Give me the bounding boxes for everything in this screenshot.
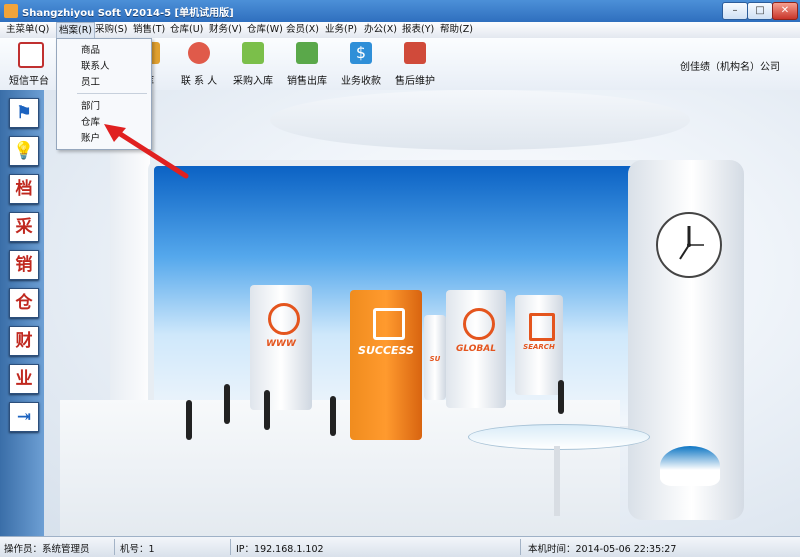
person-figure bbox=[224, 384, 230, 424]
table-leg bbox=[554, 446, 560, 516]
purchase-in-button[interactable]: 采购入库 bbox=[226, 38, 280, 90]
menu-warehouse[interactable]: 仓库(U) bbox=[170, 22, 203, 38]
chair bbox=[660, 446, 720, 486]
minimize-button[interactable]: – bbox=[722, 2, 748, 20]
magnifier-icon bbox=[268, 303, 300, 335]
status-machine: 机号：1 bbox=[120, 544, 155, 555]
clock-icon bbox=[656, 212, 722, 278]
menu-item-staff[interactable]: 员工 bbox=[81, 74, 100, 88]
business-char-icon[interactable]: 业 bbox=[9, 364, 39, 394]
panel-www: WWW bbox=[250, 285, 312, 410]
warehouse-char-icon[interactable]: 仓 bbox=[9, 288, 39, 318]
red-arrow-annotation bbox=[104, 124, 189, 179]
menu-purchase[interactable]: 采购(S) bbox=[95, 22, 127, 38]
menu-item-warehouse[interactable]: 仓库 bbox=[81, 114, 100, 128]
after-sales-button[interactable]: 售后维护 bbox=[388, 38, 442, 90]
company-name: 创佳绩（机构名）公司 bbox=[680, 62, 780, 73]
sms-platform-button[interactable]: 短信平台 bbox=[2, 38, 56, 90]
person-figure bbox=[558, 380, 564, 414]
title-bar: Shangzhiyou Soft V2014-5 [单机试用版] – □ ✕ bbox=[0, 0, 800, 23]
sales-out-button[interactable]: 销售出库 bbox=[280, 38, 334, 90]
archive-char-icon[interactable]: 档 bbox=[9, 174, 39, 204]
floor bbox=[60, 400, 620, 536]
person-icon bbox=[188, 42, 210, 64]
status-ip: IP：192.168.1.102 bbox=[236, 544, 324, 555]
menu-item-account[interactable]: 账户 bbox=[81, 130, 100, 144]
contacts-button[interactable]: 联 系 人 bbox=[172, 38, 226, 90]
tools-icon bbox=[404, 42, 426, 64]
menu-bar: 主菜单(Q) 档案(R) 采购(S) 销售(T) 仓库(U) 财务(V) 仓库(… bbox=[0, 22, 800, 39]
ceiling-ring bbox=[270, 90, 690, 150]
status-time: 本机时间：2014-05-06 22:35:27 bbox=[528, 544, 677, 555]
person-figure bbox=[264, 390, 270, 430]
status-operator: 操作员：系统管理员 bbox=[4, 544, 90, 555]
menu-item-goods[interactable]: 商品 bbox=[81, 42, 100, 56]
person-figure bbox=[330, 396, 336, 436]
menu-office[interactable]: 办公(X) bbox=[364, 22, 397, 38]
maximize-button[interactable]: □ bbox=[747, 2, 773, 20]
panel-global: GLOBAL bbox=[446, 290, 506, 408]
finance-char-icon[interactable]: 财 bbox=[9, 326, 39, 356]
quick-sidebar: ⚑ 💡 档 采 销 仓 财 业 ⇥ bbox=[0, 90, 44, 536]
sales-char-icon[interactable]: 销 bbox=[9, 250, 39, 280]
menu-reports[interactable]: 报表(Y) bbox=[402, 22, 434, 38]
menu-help[interactable]: 帮助(Z) bbox=[440, 22, 473, 38]
menu-member[interactable]: 会员(X) bbox=[286, 22, 319, 38]
status-divider bbox=[520, 539, 521, 555]
menu-item-contacts[interactable]: 联系人 bbox=[81, 58, 110, 72]
dollar-icon: $ bbox=[350, 42, 372, 64]
globe-icon bbox=[463, 308, 495, 340]
app-icon bbox=[4, 4, 18, 18]
status-bar: 操作员：系统管理员 机号：1 IP：192.168.1.102 本机时间：201… bbox=[0, 536, 800, 557]
exit-icon[interactable]: ⇥ bbox=[9, 402, 39, 432]
envelope-icon bbox=[18, 42, 44, 68]
status-divider bbox=[114, 539, 115, 555]
window-title: Shangzhiyou Soft V2014-5 [单机试用版] bbox=[22, 8, 234, 19]
person-figure bbox=[186, 400, 192, 440]
flag-icon[interactable]: ⚑ bbox=[9, 98, 39, 128]
close-button[interactable]: ✕ bbox=[772, 2, 798, 20]
purchase-char-icon[interactable]: 采 bbox=[9, 212, 39, 242]
panel-search: SEARCH bbox=[515, 295, 563, 395]
money-icon bbox=[296, 42, 318, 64]
house-icon bbox=[242, 42, 264, 64]
menu-separator bbox=[77, 93, 147, 94]
menu-sales[interactable]: 销售(T) bbox=[133, 22, 165, 38]
menu-business[interactable]: 业务(P) bbox=[325, 22, 357, 38]
menu-warehouse-2[interactable]: 仓库(W) bbox=[247, 22, 283, 38]
panel-success: SUCCESS bbox=[350, 290, 422, 440]
receipt-button[interactable]: $ 业务收款 bbox=[334, 38, 388, 90]
menu-finance[interactable]: 财务(V) bbox=[209, 22, 242, 38]
monitor-icon bbox=[373, 308, 405, 340]
status-divider bbox=[230, 539, 231, 555]
lightbulb-icon[interactable]: 💡 bbox=[9, 136, 39, 166]
menu-main[interactable]: 主菜单(Q) bbox=[6, 22, 49, 38]
document-icon bbox=[529, 313, 555, 341]
menu-item-department[interactable]: 部门 bbox=[81, 98, 100, 112]
menu-archive[interactable]: 档案(R) bbox=[56, 22, 96, 38]
panel-su: SU bbox=[424, 315, 446, 400]
